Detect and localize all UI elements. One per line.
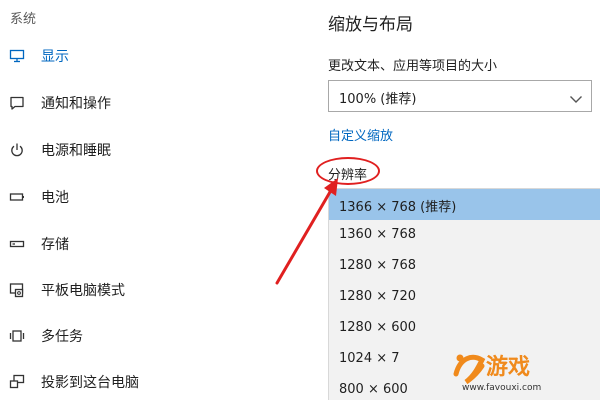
chevron-down-icon — [569, 90, 583, 103]
sidebar-item-label: 平板电脑模式 — [41, 283, 125, 299]
sidebar-item-notifications[interactable]: 通知和操作 — [0, 87, 280, 119]
scale-dropdown-value: 100% (推荐) — [339, 92, 417, 107]
sidebar-item-storage[interactable]: 存储 — [0, 228, 280, 260]
sidebar-item-project-to-pc[interactable]: 投影到这台电脑 — [0, 366, 280, 398]
sidebar-item-label: 多任务 — [41, 329, 83, 345]
resolution-option-label: 1024 × 7 — [339, 351, 400, 366]
resolution-option[interactable]: 1280 × 720 — [329, 282, 600, 313]
sidebar-item-label: 存储 — [41, 237, 69, 253]
resolution-option[interactable]: 1280 × 600 — [329, 313, 600, 344]
sidebar-header: 系统 — [10, 12, 37, 27]
resolution-option-label: 1366 × 768 (推荐) — [339, 200, 457, 215]
custom-scaling-link[interactable]: 自定义缩放 — [328, 125, 393, 144]
sidebar-item-multitasking[interactable]: 多任务 — [0, 320, 280, 352]
monitor-icon — [9, 48, 25, 64]
sidebar-item-label: 电池 — [41, 190, 69, 206]
watermark-logo: 游戏 www.favouxi.com — [452, 348, 562, 394]
multitasking-icon — [9, 328, 25, 344]
project-icon — [9, 374, 25, 390]
sidebar-item-label: 投影到这台电脑 — [41, 375, 139, 391]
sidebar-item-label: 通知和操作 — [41, 96, 111, 112]
storage-icon — [9, 236, 25, 252]
resolution-option[interactable]: 1366 × 768 (推荐) — [329, 189, 600, 220]
battery-icon — [9, 189, 25, 205]
sidebar: 系统 显示 通知和操作 电源和睡眠 电池 存储 平板电脑模式 多任务 投影到这台… — [0, 0, 300, 400]
sidebar-item-label: 电源和睡眠 — [41, 143, 111, 159]
annotation-circle — [316, 157, 380, 185]
sidebar-item-tablet-mode[interactable]: 平板电脑模式 — [0, 274, 280, 306]
resolution-option-label: 800 × 600 — [339, 382, 408, 397]
scale-label: 更改文本、应用等项目的大小 — [328, 59, 498, 74]
sidebar-item-battery[interactable]: 电池 — [0, 181, 280, 213]
resolution-option[interactable]: 1360 × 768 — [329, 220, 600, 251]
resolution-option-label: 1360 × 768 — [339, 227, 417, 242]
resolution-option-label: 1280 × 600 — [339, 320, 417, 335]
watermark-url: www.favouxi.com — [462, 383, 541, 393]
sidebar-item-power-sleep[interactable]: 电源和睡眠 — [0, 134, 280, 166]
resolution-option[interactable]: 1280 × 768 — [329, 251, 600, 282]
sidebar-item-display[interactable]: 显示 — [0, 40, 280, 72]
notification-icon — [9, 95, 25, 111]
sidebar-item-label: 显示 — [41, 49, 69, 65]
section-title: 缩放与布局 — [328, 15, 413, 35]
settings-window: 系统 显示 通知和操作 电源和睡眠 电池 存储 平板电脑模式 多任务 投影到这台… — [0, 0, 600, 400]
watermark-text: 游戏 — [486, 354, 530, 380]
scale-dropdown[interactable]: 100% (推荐) — [328, 80, 592, 112]
display-settings-panel: 缩放与布局 更改文本、应用等项目的大小 100% (推荐) 自定义缩放 分辨率 … — [300, 0, 600, 400]
resolution-option-label: 1280 × 768 — [339, 258, 417, 273]
power-icon — [9, 142, 25, 158]
tablet-mode-icon — [9, 282, 25, 298]
resolution-option-label: 1280 × 720 — [339, 289, 417, 304]
